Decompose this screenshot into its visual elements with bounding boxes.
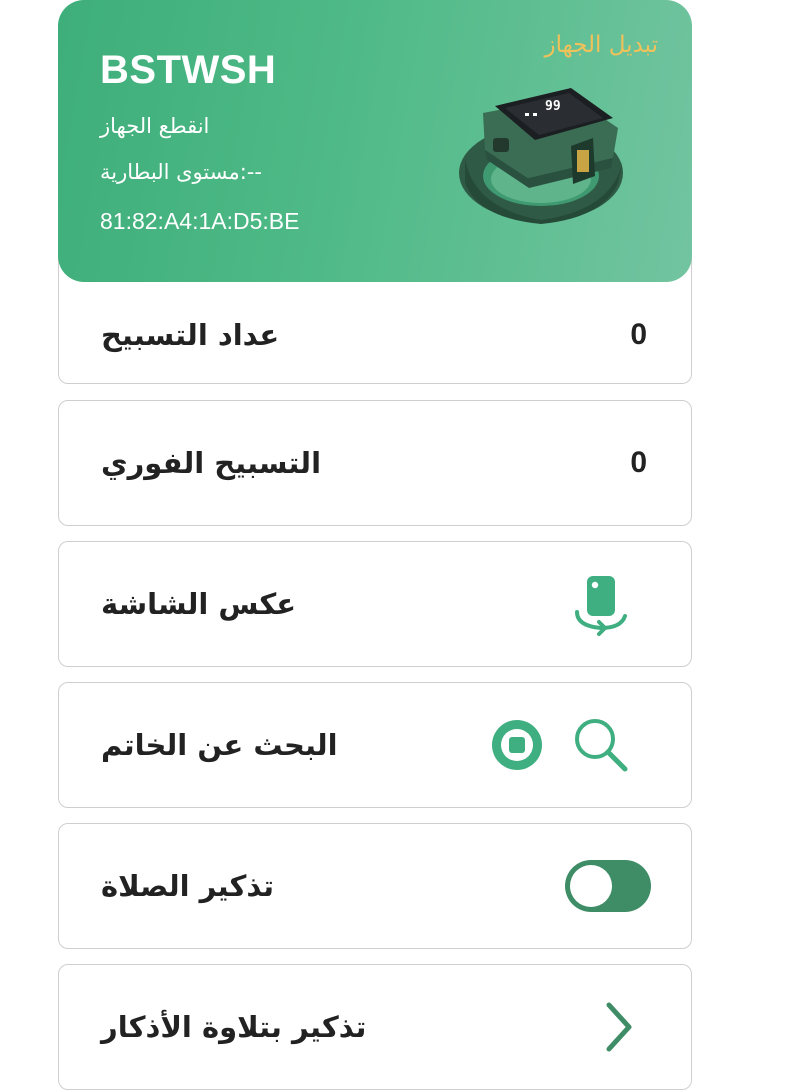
rotate-device-icon[interactable] — [569, 572, 633, 636]
search-icon[interactable] — [569, 713, 633, 777]
tasbih-counter-label: عداد التسبيح — [101, 317, 280, 352]
ring-settings-screen: BSTWSH انقطع الجهاز مستوى البطارية:-- 81… — [0, 0, 800, 1091]
ring-device-image: 99 — [459, 88, 623, 224]
instant-tasbih-row[interactable]: التسبيح الفوري 0 — [58, 400, 692, 526]
instant-tasbih-label: التسبيح الفوري — [101, 446, 322, 480]
battery-level: مستوى البطارية:-- — [100, 160, 262, 184]
ring-screen-counter: 99 — [545, 99, 561, 114]
instant-tasbih-value: 0 — [630, 446, 647, 479]
flip-screen-row[interactable]: عكس الشاشة — [58, 541, 692, 667]
mac-address: 81:82:A4:1A:D5:BE — [100, 208, 300, 234]
prayer-reminder-label: تذكير الصلاة — [101, 869, 275, 903]
connection-status: انقطع الجهاز — [100, 114, 210, 138]
find-ring-label: البحث عن الخاتم — [101, 728, 338, 762]
stop-icon[interactable] — [491, 719, 543, 771]
find-ring-row: البحث عن الخاتم — [58, 682, 692, 808]
tasbih-counter-value: 0 — [630, 317, 647, 351]
switch-device-link[interactable]: تبديل الجهاز — [544, 32, 658, 58]
device-card: BSTWSH انقطع الجهاز مستوى البطارية:-- 81… — [58, 0, 692, 282]
flip-screen-label: عكس الشاشة — [101, 587, 297, 621]
toggle-knob — [570, 865, 612, 907]
dhikr-reminder-label: تذكير بتلاوة الأذكار — [101, 1010, 367, 1044]
chevron-right-icon[interactable] — [599, 999, 639, 1055]
prayer-reminder-toggle[interactable] — [565, 860, 651, 912]
dhikr-reminder-row[interactable]: تذكير بتلاوة الأذكار — [58, 964, 692, 1090]
prayer-reminder-row: تذكير الصلاة — [58, 823, 692, 949]
device-name: BSTWSH — [100, 48, 277, 92]
